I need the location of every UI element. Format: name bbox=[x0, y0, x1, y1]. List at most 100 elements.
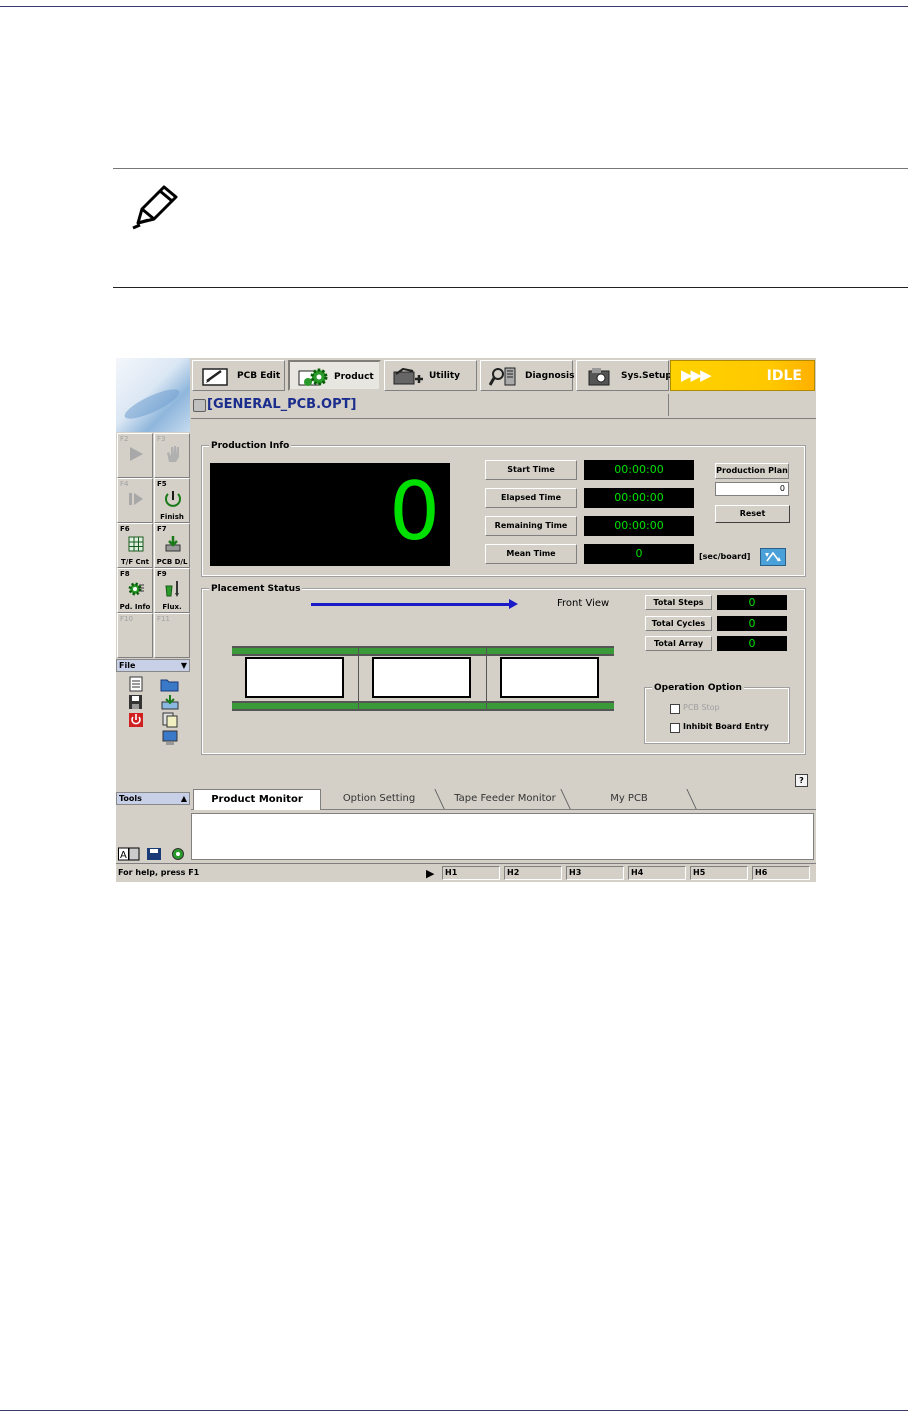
production-info-group: Production Info 0 Start Time 00:00:00 El… bbox=[201, 441, 806, 577]
total-steps-value: 0 bbox=[717, 595, 787, 610]
monitor-tab-bar: Product Monitor Option Setting Tape Feed… bbox=[191, 789, 816, 810]
diagnosis-icon bbox=[489, 367, 516, 386]
message-area bbox=[191, 813, 814, 860]
operation-option-group: Operation Option bbox=[644, 683, 790, 744]
production-plan-label: Production Plan bbox=[715, 463, 789, 479]
play-icon[interactable]: ▶ bbox=[426, 867, 434, 880]
tab-sys-setup[interactable]: Sys.Setup bbox=[576, 360, 672, 391]
inhibit-board-entry-label: Inhibit Board Entry bbox=[683, 722, 769, 731]
tab-product[interactable]: Product bbox=[288, 360, 381, 391]
tab-diagnosis[interactable]: Diagnosis bbox=[480, 360, 574, 391]
f9-flux-button[interactable]: F9 Flux. bbox=[154, 568, 190, 613]
f2-run-button[interactable]: F2 bbox=[117, 433, 153, 478]
power-off-icon[interactable] bbox=[126, 712, 146, 728]
head-status-h5: H5 bbox=[690, 866, 748, 880]
disk-icon[interactable] bbox=[145, 847, 163, 861]
pcb-board-1 bbox=[245, 657, 344, 698]
page-bottom-rule bbox=[0, 1410, 908, 1411]
download-icon bbox=[165, 536, 181, 552]
tab-product-monitor[interactable]: Product Monitor bbox=[193, 789, 321, 810]
file-status-icon bbox=[193, 399, 206, 412]
chevron-up-icon: ▲ bbox=[180, 794, 187, 803]
f5-finish-button[interactable]: F5 Finish bbox=[154, 478, 190, 523]
machine-status-indicator: ▶▶▶ IDLE bbox=[670, 360, 815, 391]
settings-icon[interactable] bbox=[169, 847, 187, 861]
tab-pcb-edit[interactable]: PCB Edit bbox=[192, 360, 285, 391]
total-steps-label: Total Steps bbox=[645, 595, 712, 610]
file-name: [GENERAL_PCB.OPT] bbox=[207, 397, 357, 412]
play-icon bbox=[130, 447, 143, 461]
mean-time-unit: [sec/board] bbox=[699, 552, 751, 561]
new-document-icon[interactable] bbox=[126, 676, 146, 692]
save-icon[interactable] bbox=[126, 694, 146, 710]
f3-stop-button[interactable]: F3 bbox=[154, 433, 190, 478]
import-icon[interactable] bbox=[160, 694, 180, 710]
divider bbox=[668, 394, 669, 416]
production-count-display: 0 bbox=[210, 463, 450, 566]
elapsed-time-value: 00:00:00 bbox=[584, 488, 694, 508]
f7-pcb-download-button[interactable]: F7 PCB D/L bbox=[154, 523, 190, 568]
file-panel-header[interactable]: File ▼ bbox=[116, 659, 190, 672]
note-top-rule bbox=[113, 168, 908, 169]
start-time-label: Start Time bbox=[485, 460, 577, 480]
front-view-label: Front View bbox=[557, 598, 610, 609]
tab-utility[interactable]: Utility bbox=[384, 360, 477, 391]
f10-button[interactable]: F10 bbox=[117, 613, 153, 658]
gear-icon bbox=[128, 582, 144, 596]
status-bar: For help, press F1 ▶ H1 H2 H3 H4 H5 H6 bbox=[116, 863, 816, 882]
total-cycles-label: Total Cycles bbox=[645, 616, 712, 631]
f6-tf-count-button[interactable]: F6 T/F Cnt bbox=[117, 523, 153, 568]
arrow-right-icon bbox=[509, 599, 518, 609]
f11-button[interactable]: F11 bbox=[154, 613, 190, 658]
file-panel bbox=[116, 672, 190, 790]
documents-icon[interactable] bbox=[160, 712, 180, 728]
tab-option-setting[interactable]: Option Setting bbox=[324, 789, 434, 809]
head-status-h2: H2 bbox=[504, 866, 562, 880]
pcb-board-2 bbox=[372, 657, 471, 698]
tab-my-pcb[interactable]: My PCB bbox=[569, 789, 689, 809]
pcb-stop-checkbox[interactable] bbox=[670, 704, 680, 714]
total-array-value: 0 bbox=[717, 636, 787, 651]
production-plan-input[interactable]: 0 bbox=[715, 482, 789, 496]
hand-stop-icon bbox=[167, 446, 179, 462]
total-array-label: Total Array bbox=[645, 636, 712, 651]
flux-icon bbox=[165, 581, 179, 597]
app-logo bbox=[116, 358, 190, 432]
pencil-note-icon bbox=[132, 185, 178, 230]
tools-panel-header[interactable]: Tools ▲ bbox=[116, 792, 190, 805]
reset-button[interactable]: Reset bbox=[715, 505, 790, 523]
top-navigation-bar: PCB Edit Product Utility Diagnosis Sys.S… bbox=[191, 358, 816, 392]
refresh-icon[interactable] bbox=[760, 548, 786, 566]
status-arrows-icon: ▶▶▶ bbox=[681, 366, 712, 384]
remaining-time-value: 00:00:00 bbox=[584, 516, 694, 536]
finish-icon bbox=[165, 491, 181, 507]
board-flow-arrow bbox=[311, 603, 509, 606]
elapsed-time-label: Elapsed Time bbox=[485, 488, 577, 508]
product-monitor-panel: Production Info 0 Start Time 00:00:00 El… bbox=[191, 419, 816, 789]
computer-icon[interactable] bbox=[160, 730, 180, 746]
start-time-value: 00:00:00 bbox=[584, 460, 694, 480]
open-folder-icon[interactable] bbox=[160, 676, 180, 692]
conveyor-divider bbox=[358, 646, 359, 711]
head-status-h6: H6 bbox=[752, 866, 810, 880]
page-top-rule bbox=[0, 6, 908, 7]
f4-step-button[interactable]: F4 bbox=[117, 478, 153, 523]
inhibit-board-entry-checkbox[interactable] bbox=[670, 723, 680, 733]
tab-tape-feeder-monitor[interactable]: Tape Feeder Monitor bbox=[443, 789, 567, 809]
utility-icon bbox=[393, 367, 423, 385]
status-help-text: For help, press F1 bbox=[118, 868, 200, 877]
head-status-h4: H4 bbox=[628, 866, 686, 880]
grid-icon bbox=[128, 536, 144, 552]
keyboard-input-icon[interactable]: A bbox=[118, 847, 140, 861]
conveyor-rail-front bbox=[232, 701, 614, 711]
f8-product-info-button[interactable]: F8 Pd. Info bbox=[117, 568, 153, 613]
help-button[interactable]: ? bbox=[795, 774, 808, 787]
product-gear-icon bbox=[298, 368, 328, 386]
pcb-edit-icon bbox=[202, 368, 228, 386]
pcb-board-3 bbox=[500, 657, 599, 698]
conveyor-rail-rear bbox=[232, 646, 614, 656]
step-icon bbox=[129, 493, 143, 505]
svg-text:A: A bbox=[120, 850, 127, 861]
sys-setup-icon bbox=[588, 368, 610, 386]
head-status-h1: H1 bbox=[442, 866, 500, 880]
